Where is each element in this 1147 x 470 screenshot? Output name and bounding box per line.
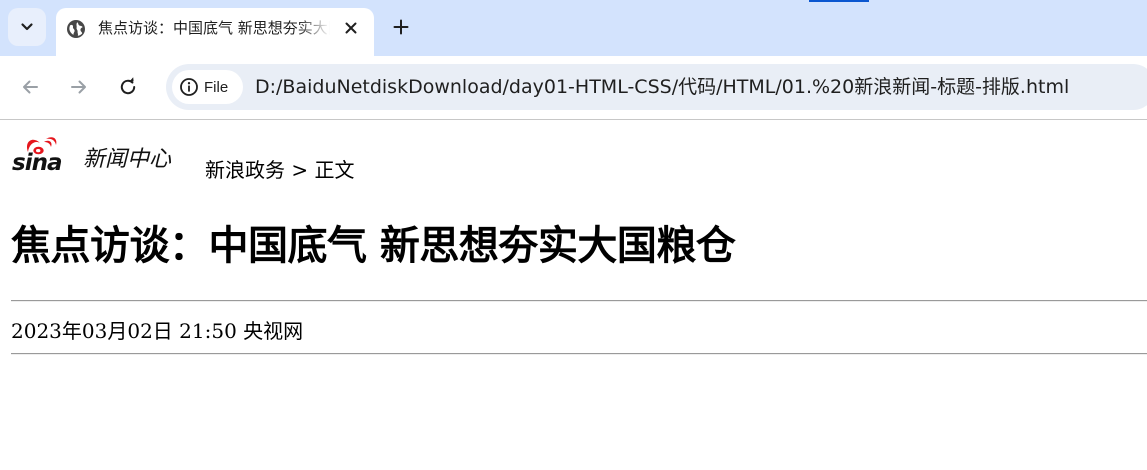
tab-title: 焦点访谈：中国底气 新思想夯实大国粮仓 [98,19,330,37]
breadcrumb: 新浪政务 > 正文 [205,156,354,184]
info-icon [180,78,198,96]
article-source: 央视网 [243,319,304,343]
breadcrumb-current: 正文 [314,158,355,182]
logo-caption: 新闻中心 [83,147,172,172]
tabstrip-accent [809,0,869,2]
forward-arrow-icon [71,80,86,94]
tab-strip: 焦点访谈：中国底气 新思想夯实大国粮仓 [0,0,1147,56]
article-title: 焦点访谈：中国底气 新思想夯实大国粮仓 [11,223,736,269]
back-arrow-icon [23,80,38,94]
navigation-toolbar: File D:/BaiduNetdiskDownload/day01-HTML-… [0,56,1147,119]
forward-button[interactable] [63,71,95,103]
publish-date: 2023年03月02日 21:50 [11,319,237,343]
site-info-chip[interactable]: File [172,70,243,104]
site-info-label: File [204,78,229,96]
breadcrumb-section-link[interactable]: 新浪政务 [205,158,285,182]
title-divider [11,300,1147,302]
plus-icon [393,19,409,35]
reload-button[interactable] [112,71,144,103]
tab-close-button[interactable] [340,17,362,39]
url-text[interactable]: D:/BaiduNetdiskDownload/day01-HTML-CSS/代… [255,76,1069,98]
sina-news-logo: sina 新闻中心 [12,137,172,176]
article-meta: 2023年03月02日 21:50 央视网 [11,318,303,344]
active-tab[interactable]: 焦点访谈：中国底气 新思想夯实大国粮仓 [56,8,374,56]
page-content: sina 新闻中心 新浪政务 > 正文 焦点访谈：中国底气 新思想夯实大国粮仓 … [0,120,1147,470]
close-icon [345,22,357,34]
tab-search-button[interactable] [8,8,46,46]
new-tab-button[interactable] [386,12,416,42]
reload-icon [120,77,136,95]
address-bar[interactable]: File D:/BaiduNetdiskDownload/day01-HTML-… [166,64,1147,110]
svg-text:sina: sina [12,150,62,176]
meta-divider [11,353,1147,355]
back-button[interactable] [14,71,46,103]
globe-icon [66,19,86,39]
chevron-down-icon [21,23,33,31]
breadcrumb-separator: > [291,158,309,182]
